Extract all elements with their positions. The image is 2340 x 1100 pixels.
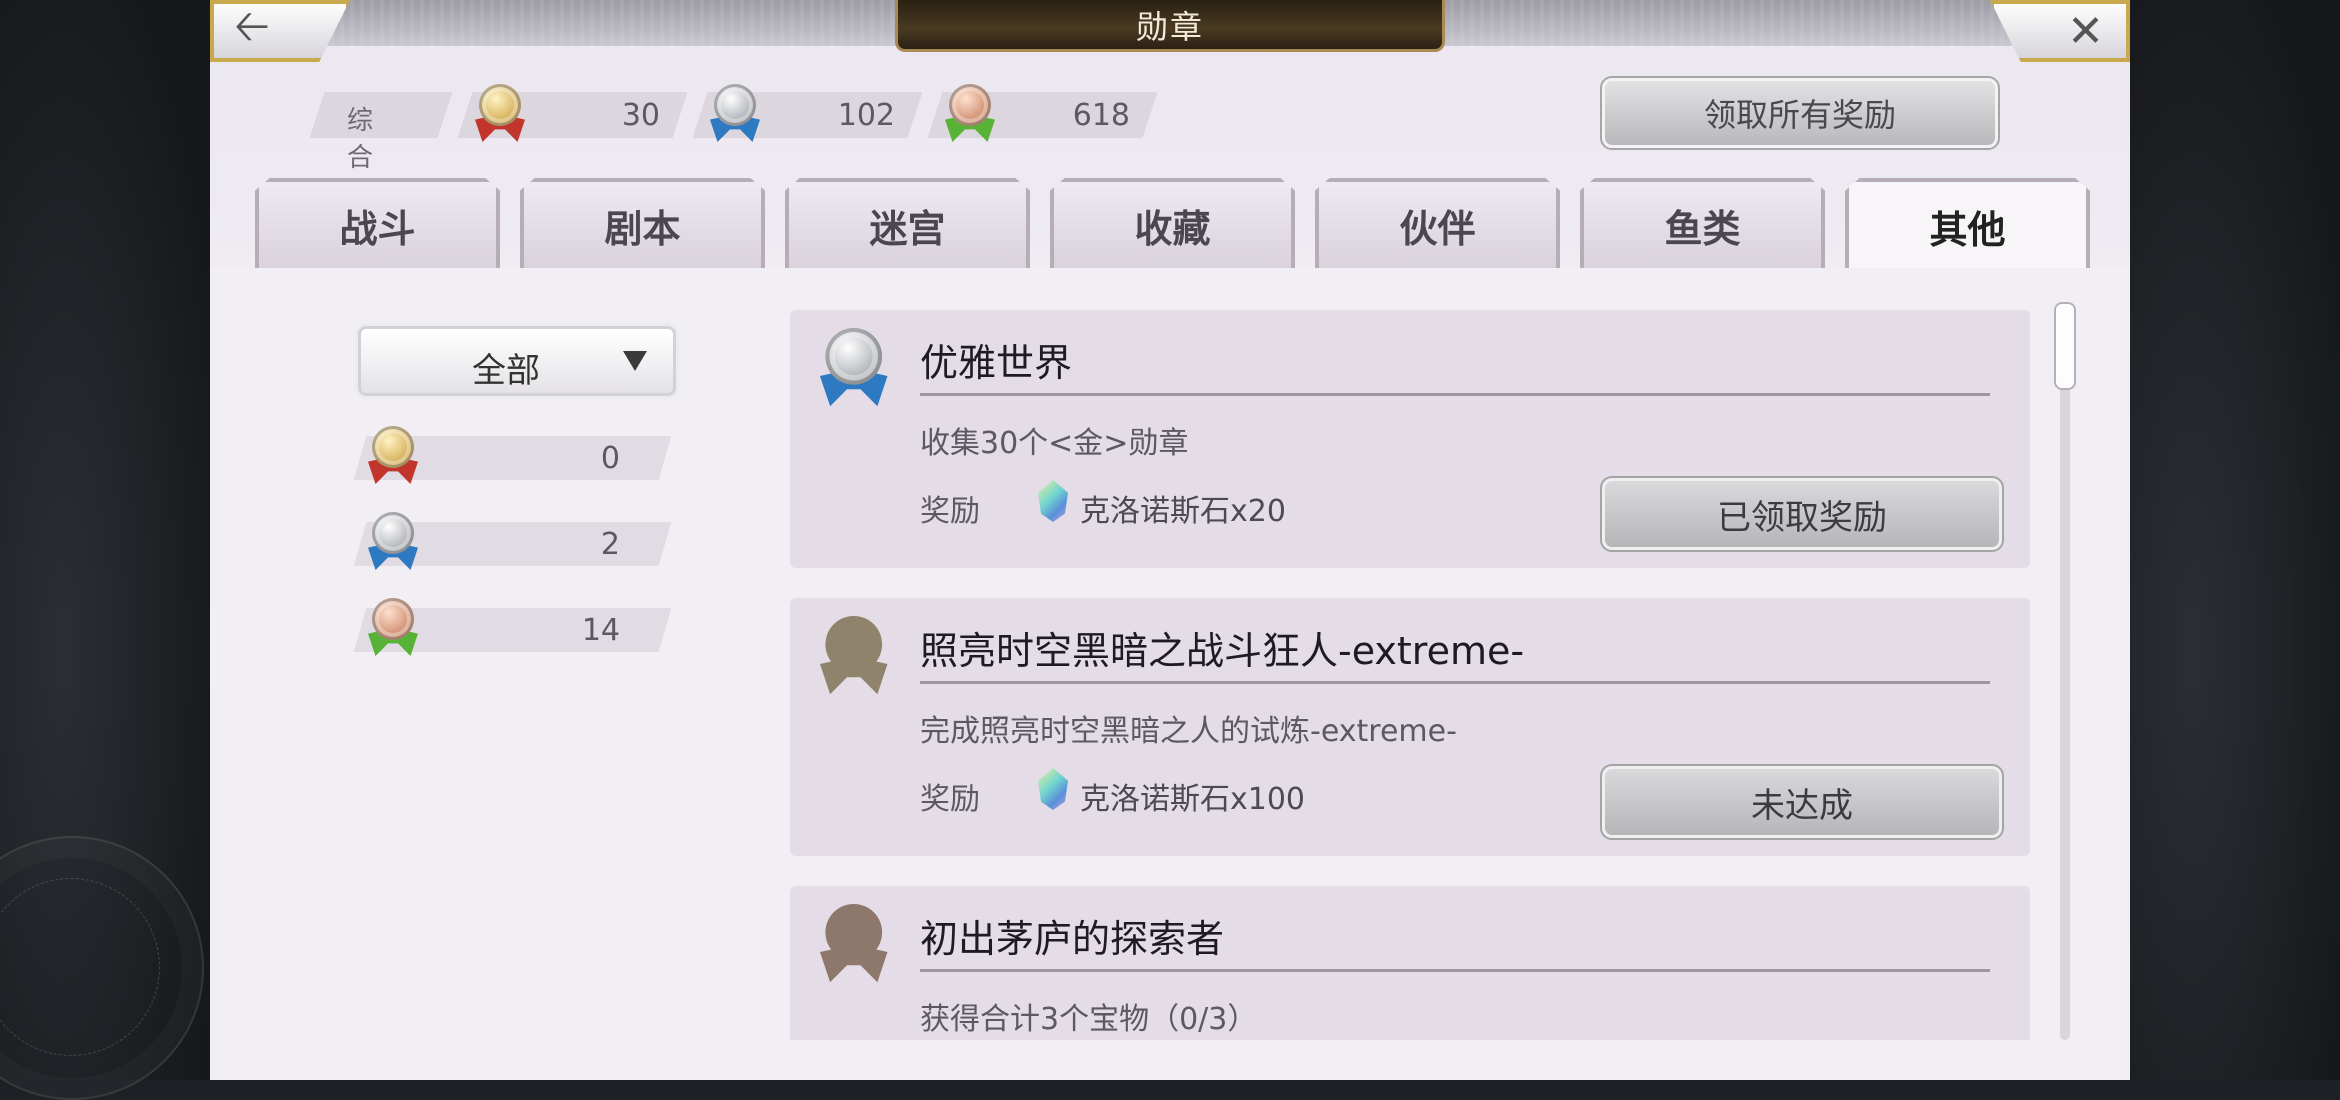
- tab-battle[interactable]: 战斗: [255, 178, 500, 268]
- achievement-title: 初出茅庐的探索者: [920, 917, 1225, 961]
- page-title: 勋章: [895, 0, 1445, 52]
- left-frame: [0, 0, 210, 1100]
- bronze-medal-icon: [368, 598, 418, 660]
- scrollbar-track[interactable]: [2060, 302, 2070, 1040]
- silver-medal-icon: [820, 328, 888, 412]
- arrow-left-icon: 🡠: [234, 0, 270, 52]
- filter-dropdown[interactable]: 全部: [355, 323, 679, 399]
- bronze-medal-icon: [945, 84, 995, 146]
- achievement-title: 优雅世界: [920, 341, 1073, 385]
- achievement-card: 优雅世界 收集30个<金>勋章 奖励 克洛诺斯石x20 已领取奖励: [790, 310, 2030, 568]
- back-button[interactable]: 🡠: [210, 0, 350, 62]
- achievement-list: 优雅世界 收集30个<金>勋章 奖励 克洛诺斯石x20 已领取奖励 照亮时空黑暗…: [790, 310, 2030, 1040]
- silver-total: 102: [837, 98, 895, 133]
- gold-total: 30: [621, 98, 660, 133]
- close-icon: ✕: [2067, 5, 2104, 57]
- close-button[interactable]: ✕: [1990, 0, 2130, 62]
- achievement-card: 照亮时空黑暗之战斗狂人-extreme- 完成照亮时空黑暗之人的试炼-extre…: [790, 598, 2030, 856]
- reward-text: 克洛诺斯石x100: [1080, 782, 1306, 817]
- triangle-down-icon: [623, 351, 647, 371]
- tab-other[interactable]: 其他: [1845, 178, 2090, 270]
- chronos-stone-icon: [1038, 480, 1068, 522]
- claimed-button[interactable]: 已领取奖励: [1600, 476, 2004, 552]
- gold-count: 0: [600, 441, 620, 476]
- silver-medal-icon: [368, 512, 418, 574]
- medal-panel: 🡠 勋章 ✕ 综合 30 102 618 领取所有奖励 战斗 剧本 迷宫 收藏 …: [210, 0, 2130, 1080]
- gold-medal-icon: [368, 426, 418, 488]
- achievement-card: 初出茅庐的探索者 获得合计3个宝物（0/3）: [790, 886, 2030, 1040]
- tab-dungeon[interactable]: 迷宫: [785, 178, 1030, 268]
- silver-count: 2: [600, 527, 620, 562]
- bronze-count: 14: [581, 613, 620, 648]
- silver-count-row: 2: [353, 512, 675, 570]
- claim-all-button[interactable]: 领取所有奖励: [1600, 76, 2000, 150]
- not-achieved-button[interactable]: 未达成: [1600, 764, 2004, 840]
- tab-fish[interactable]: 鱼类: [1580, 178, 1825, 268]
- filter-selected: 全部: [472, 351, 540, 391]
- tab-script[interactable]: 剧本: [520, 178, 765, 268]
- silver-medal-icon: [710, 84, 760, 146]
- overall-label: 综合: [347, 106, 374, 173]
- reward-label: 奖励: [920, 494, 980, 529]
- gold-medal-icon: [475, 84, 525, 146]
- achievement-desc: 完成照亮时空黑暗之人的试炼-extreme-: [920, 714, 1457, 749]
- locked-medal-icon: [820, 616, 888, 700]
- content-area: 全部 0 2 14 优雅世界 收集30个<金>勋章 奖励 克洛诺斯石x20 已领…: [210, 268, 2130, 1080]
- achievement-desc: 收集30个<金>勋章: [920, 426, 1189, 461]
- tab-collection[interactable]: 收藏: [1050, 178, 1295, 268]
- summary-chip: [309, 92, 453, 138]
- bronze-count-row: 14: [353, 598, 675, 656]
- tab-companion[interactable]: 伙伴: [1315, 178, 1560, 268]
- reward-label: 奖励: [920, 782, 980, 817]
- achievement-desc: 获得合计3个宝物（0/3）: [920, 1002, 1258, 1037]
- bronze-total: 618: [1072, 98, 1130, 133]
- scrollbar-thumb[interactable]: [2054, 302, 2076, 390]
- clock-decoration: [0, 836, 204, 1100]
- right-frame: [2130, 0, 2340, 1080]
- gold-count-row: 0: [353, 426, 675, 484]
- achievement-title: 照亮时空黑暗之战斗狂人-extreme-: [920, 629, 1525, 673]
- locked-medal-icon: [820, 904, 888, 988]
- reward-text: 克洛诺斯石x20: [1080, 494, 1286, 529]
- chronos-stone-icon: [1038, 768, 1068, 810]
